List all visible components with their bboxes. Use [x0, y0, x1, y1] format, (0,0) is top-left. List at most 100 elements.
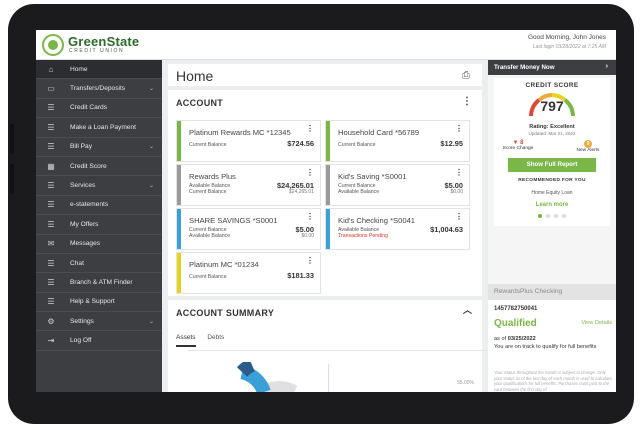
chevron-right-icon: › — [605, 63, 608, 70]
sidebar-item-transfers-deposits[interactable]: ▭ Transfers/Deposits ⌄ — [36, 79, 162, 99]
account-color-bar — [177, 165, 181, 205]
menu-icon: ☰ — [47, 181, 55, 191]
summary-heading: ACCOUNT SUMMARY — [176, 308, 275, 318]
account-color-bar — [326, 209, 330, 249]
printer-icon[interactable]: ⎙ — [462, 70, 470, 81]
transfer-label: Transfer Money Now — [494, 64, 555, 71]
sidebar-item-label: Services — [70, 182, 96, 190]
chevron-down-icon: ⌄ — [148, 183, 154, 190]
learn-more-link[interactable]: Learn more — [494, 202, 610, 208]
sidebar-nav: ⌂ Home ▭ Transfers/Deposits ⌄ ☰ Credit Cards ☰ M… — [36, 60, 162, 392]
balance-value: $1,004.63 — [430, 225, 463, 234]
account-name: Platinum MC *01234 — [189, 260, 259, 269]
balance-value: $181.33 — [287, 271, 314, 280]
sidebar-item-label: Settings — [70, 317, 94, 325]
score-change-label: Score Change — [502, 146, 534, 151]
balance-label: Current Balance — [189, 274, 227, 280]
menu-icon: ☰ — [47, 122, 55, 132]
as-of-label: as of — [494, 336, 507, 342]
sidebar-item-my-offers[interactable]: ☰ My Offers — [36, 215, 162, 235]
card-kebab-menu-icon[interactable]: ⋮ — [306, 257, 314, 265]
card-kebab-menu-icon[interactable]: ⋮ — [306, 125, 314, 133]
carousel-dot[interactable] — [538, 214, 542, 218]
secondary-label: Transactions Pending — [338, 233, 388, 239]
chevron-up-icon[interactable]: ︿ — [463, 306, 472, 315]
show-full-report-button[interactable]: Show Full Report — [508, 158, 596, 172]
carousel-dot[interactable] — [546, 214, 550, 218]
secondary-label: Current Balance — [189, 189, 227, 195]
sidebar-item-bill-pay[interactable]: ☰ Bill Pay ⌄ — [36, 138, 162, 157]
home-header: Home ⎙ — [168, 64, 482, 86]
sidebar-item-label: My Offers — [70, 220, 99, 228]
menu-icon: ☰ — [47, 297, 55, 307]
new-alerts[interactable]: 9 New Alerts — [568, 140, 608, 153]
sidebar-item-e-statements[interactable]: ☰ e-statements — [36, 196, 162, 216]
sidebar-item-credit-cards[interactable]: ☰ Credit Cards — [36, 99, 162, 119]
chevron-down-icon: ⌄ — [148, 144, 154, 151]
recommended-heading: RECOMMENDED FOR YOU — [518, 178, 586, 183]
card-kebab-menu-icon[interactable]: ⋮ — [306, 213, 314, 221]
account-card[interactable]: Kid's Saving *S0001 Current Balance $5.00 A… — [325, 164, 470, 206]
transfer-money-bar[interactable]: Transfer Money Now › — [488, 60, 616, 75]
sidebar-item-label: Help & Support — [70, 298, 115, 306]
account-card[interactable]: Kid's Checking *S0041 Available Balance $1… — [325, 208, 470, 250]
assets-donut-chart — [236, 362, 298, 392]
logout-icon: ⇥ — [47, 336, 55, 346]
account-card[interactable]: SHARE SAVINGS *S0001 Current Balance $5.00… — [176, 208, 321, 250]
recommended-item: Home Equity Loan — [531, 190, 573, 196]
score-change: ▼ 8 Score Change — [498, 140, 538, 151]
sidebar-item-branch-atm-finder[interactable]: ☰ Branch & ATM Finder — [36, 273, 162, 293]
sidebar-item-help-support[interactable]: ☰ Help & Support — [36, 293, 162, 313]
sidebar-item-make-a-loan-payment[interactable]: ☰ Make a Loan Payment — [36, 118, 162, 138]
rewards-plus-header: RewardsPlus Checking — [488, 284, 616, 300]
brand-name[interactable]: GreenState — [68, 34, 139, 49]
balance-value: $12.95 — [440, 139, 463, 148]
view-details-link[interactable]: View Details — [581, 320, 612, 326]
account-card[interactable]: Rewards Plus Available Balance $24,265.01 C… — [176, 164, 321, 206]
credit-score-title: CREDIT SCORE — [525, 82, 579, 89]
as-of-date: as of 03/25/2022 — [494, 336, 536, 342]
alerts-badge: 9 — [584, 140, 592, 148]
right-panel: Transfer Money Now › CREDIT SCORE 797 Ra… — [488, 60, 616, 392]
qualified-status: Qualified — [494, 318, 537, 329]
menu-icon: ☰ — [47, 142, 55, 152]
home-icon: ⌂ — [48, 64, 54, 74]
menu-icon: ☰ — [47, 258, 55, 268]
sidebar-item-services[interactable]: ☰ Services ⌄ — [36, 176, 162, 196]
secondary-value: $24,265.01 — [288, 189, 314, 195]
account-card[interactable]: Platinum MC *01234 Current Balance $181.33… — [176, 252, 321, 294]
carousel-dot[interactable] — [562, 214, 566, 218]
credit-updated: Updated: Mar 21, 2022 — [528, 131, 576, 136]
sidebar-item-settings[interactable]: ⚙ Settings ⌄ — [36, 312, 162, 332]
top-bar: GreenState CREDIT UNION Good Morning, Jo… — [36, 30, 616, 60]
account-kebab-menu-icon[interactable]: ⋮ — [462, 97, 472, 107]
secondary-value: $0.00 — [450, 189, 463, 195]
tab-assets[interactable]: Assets — [176, 334, 196, 347]
credit-score-value: 797 — [540, 98, 564, 114]
card-kebab-menu-icon[interactable]: ⋮ — [455, 169, 463, 177]
sidebar-item-log-off[interactable]: ⇥ Log Off — [36, 331, 162, 351]
greeting: Good Morning, John Jones — [527, 34, 606, 41]
sidebar-item-chat[interactable]: ☰ Chat — [36, 254, 162, 274]
summary-tabs: Assets Debts — [176, 334, 234, 347]
menu-icon: ☰ — [47, 277, 55, 287]
card-kebab-menu-icon[interactable]: ⋮ — [306, 169, 314, 177]
as-of-value: 03/25/2022 — [507, 336, 536, 342]
summary-divider — [328, 364, 329, 392]
sidebar-item-messages[interactable]: ✉ Messages — [36, 235, 162, 254]
card-kebab-menu-icon[interactable]: ⋮ — [455, 125, 463, 133]
sidebar-item-label: Make a Loan Payment — [70, 123, 136, 131]
greenstate-logo-icon[interactable] — [42, 34, 64, 56]
account-summary-panel: ACCOUNT SUMMARY ︿ Assets Debts 55.00% — [168, 300, 488, 392]
sidebar-item-home[interactable]: ⌂ Home — [36, 60, 162, 80]
tab-debts[interactable]: Debts — [207, 334, 224, 345]
card-kebab-menu-icon[interactable]: ⋮ — [455, 213, 463, 221]
credit-score-widget: CREDIT SCORE 797 Rating: Excellent Updat… — [494, 78, 610, 226]
last-login: Last login 03/28/2022 at 7:25 AM — [532, 44, 606, 50]
sidebar-item-credit-score[interactable]: ▦ Credit Score — [36, 157, 162, 177]
account-name: SHARE SAVINGS *S0001 — [189, 216, 278, 225]
sidebar-item-label: Transfers/Deposits — [70, 85, 126, 93]
account-card[interactable]: Platinum Rewards MC *12345 Current Balanc… — [176, 120, 321, 162]
carousel-dot[interactable] — [554, 214, 558, 218]
account-card[interactable]: Household Card *56789 Current Balance $12.… — [325, 120, 470, 162]
